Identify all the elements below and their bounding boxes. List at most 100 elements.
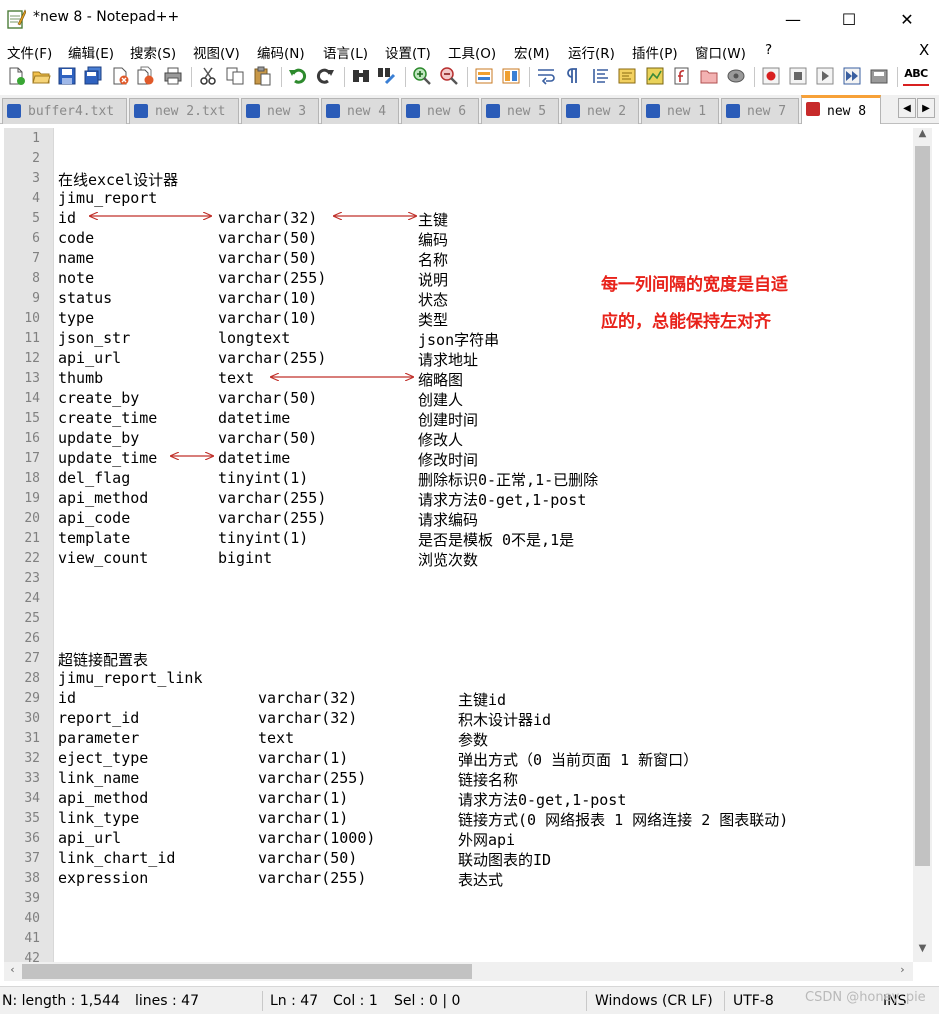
status-line-number: Ln : 47 [270,993,319,1009]
menu-language[interactable]: 语言(L) [323,42,368,62]
close-window-button[interactable]: ✕ [878,0,936,38]
annotation-note-line-1: 每一列间隔的宽度是自适 [601,275,788,295]
vertical-scrollbar[interactable]: ▲ ▼ [913,128,932,962]
run-macro-multiple-icon[interactable] [842,66,862,86]
vertical-scroll-thumb[interactable] [915,146,930,866]
line-number: 18 [24,471,40,486]
minimize-button[interactable]: — [764,0,822,38]
replace-icon[interactable] [377,66,397,86]
scroll-down-arrow-icon[interactable]: ▼ [913,943,932,960]
tab-new-2-txt[interactable]: new 2.txt [129,98,239,124]
paste-icon[interactable] [252,66,272,86]
tab-scroll-left-button[interactable]: ◀ [898,98,916,118]
code-field-comment: 链接名称 [458,771,519,789]
tab-new-6[interactable]: new 6 [401,98,479,124]
stop-macro-icon[interactable] [788,66,808,86]
undo-icon[interactable] [288,66,308,86]
tab-new-3[interactable]: new 3 [241,98,319,124]
sync-vertical-icon[interactable] [474,66,494,86]
status-eol[interactable]: Windows (CR LF) [595,993,713,1009]
tab-new-5[interactable]: new 5 [481,98,559,124]
tab-scroll-right-button[interactable]: ▶ [917,98,935,118]
save-icon[interactable] [57,66,77,86]
code-field-type: varchar(32) [258,709,358,727]
indent-guide-icon[interactable] [591,66,611,86]
code-field-name: expression [58,869,149,887]
menu-window[interactable]: 窗口(W) [695,42,746,62]
word-wrap-icon[interactable] [536,66,556,86]
line-number: 22 [24,551,40,566]
unsaved-file-icon [806,102,820,116]
menu-search[interactable]: 搜索(S) [130,42,176,62]
code-field-name: type [58,309,95,327]
text-editor[interactable]: 每一列间隔的宽度是自适 应的，总能保持左对齐 在线excel设计器 jimu_re… [58,128,913,962]
tab-label: new 4 [347,104,387,119]
menu-tools[interactable]: 工具(O) [448,42,496,62]
scroll-up-arrow-icon[interactable]: ▲ [913,128,932,145]
new-file-icon[interactable] [6,66,26,86]
status-divider [586,991,587,1011]
menu-encoding[interactable]: 编码(N) [257,42,305,62]
menu-macro[interactable]: 宏(M) [514,42,550,62]
tab-new-2[interactable]: new 2 [561,98,639,124]
scroll-left-arrow-icon[interactable]: ‹ [4,963,21,980]
maximize-button[interactable]: ☐ [820,0,878,38]
status-encoding[interactable]: UTF-8 [733,993,774,1009]
save-all-icon[interactable] [83,66,103,86]
toolbar-separator [754,67,755,87]
record-macro-icon[interactable] [761,66,781,86]
code-field-comment: 请求方法0-get,1-post [458,791,627,809]
zoom-out-icon[interactable] [439,66,459,86]
menu-file[interactable]: 文件(F) [7,42,52,62]
code-field-comment: 联动图表的ID [458,851,552,869]
monitoring-icon[interactable] [726,66,746,86]
save-macro-icon[interactable] [869,66,889,86]
line-number: 42 [24,951,40,962]
folder-workspace-icon[interactable] [699,66,719,86]
menu-edit[interactable]: 编辑(E) [68,42,114,62]
copy-icon[interactable] [225,66,245,86]
scroll-right-arrow-icon[interactable]: › [894,963,911,980]
code-field-name: update_time [58,449,158,467]
horizontal-scroll-thumb[interactable] [22,964,472,979]
play-macro-icon[interactable] [815,66,835,86]
print-icon[interactable] [163,66,183,86]
sync-horizontal-icon[interactable] [501,66,521,86]
unsaved-file-icon [646,104,660,118]
find-icon[interactable] [351,66,371,86]
tab-new-8[interactable]: new 8 [801,95,881,125]
menu-help[interactable]: ? [765,42,772,58]
tab-buffer4[interactable]: buffer4.txt [2,98,127,124]
status-column: Col : 1 [333,993,378,1009]
language-panel-icon[interactable] [617,66,637,86]
tab-new-4[interactable]: new 4 [321,98,399,124]
menu-run[interactable]: 运行(R) [568,42,615,62]
unsaved-file-icon [486,104,500,118]
menu-view[interactable]: 视图(V) [193,42,240,62]
tab-new-1[interactable]: new 1 [641,98,719,124]
code-field-comment: 表达式 [458,871,504,889]
tab-new-7[interactable]: new 7 [721,98,799,124]
zoom-in-icon[interactable] [412,66,432,86]
cut-icon[interactable] [198,66,218,86]
redo-icon[interactable] [315,66,335,86]
function-list-icon[interactable] [672,66,692,86]
code-field-type: varchar(255) [218,269,327,287]
line-number: 1 [32,131,40,146]
open-file-icon[interactable] [31,66,51,86]
close-document-button[interactable]: X [919,41,929,59]
line-number: 31 [24,731,40,746]
unsaved-file-icon [326,104,340,118]
code-field-type: tinyint(1) [218,529,309,547]
show-all-chars-icon[interactable] [563,66,583,86]
code-field-comment: 修改时间 [418,451,479,469]
horizontal-scrollbar[interactable]: ‹ › [4,962,913,981]
document-map-icon[interactable] [645,66,665,86]
line-number: 29 [24,691,40,706]
close-file-icon[interactable] [110,66,130,86]
close-all-icon[interactable] [135,66,155,86]
spell-check-icon[interactable]: ABC [903,66,929,86]
menu-plugins[interactable]: 插件(P) [632,42,678,62]
line-number: 13 [24,371,40,386]
menu-settings[interactable]: 设置(T) [385,42,431,62]
